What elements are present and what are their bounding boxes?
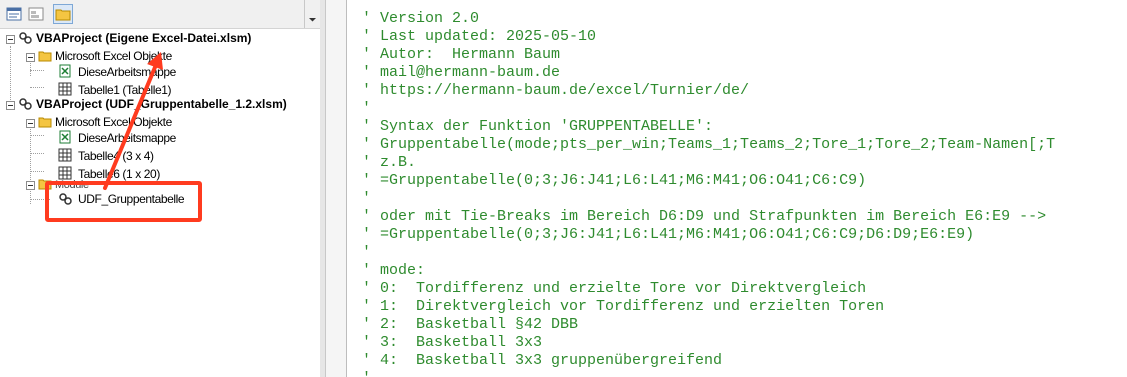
tree-item-diesearbeitsmappe-2[interactable]: DieseArbeitsmappe xyxy=(78,129,176,147)
worksheet-icon xyxy=(58,148,72,162)
code-line: ' 0: Tordifferenz und erzielte Tore vor … xyxy=(362,280,867,297)
code-line: ' Syntax der Funktion 'GRUPPENTABELLE': xyxy=(362,118,714,135)
code-gutter xyxy=(326,0,347,377)
vba-project-icon xyxy=(19,32,32,44)
code-line: ' mail@hermann-baum.de xyxy=(362,64,561,81)
code-line: ' xyxy=(362,370,1127,377)
code-line: ' 2: Basketball §42 DBB xyxy=(362,316,579,333)
view-code-icon xyxy=(6,7,22,21)
view-object-icon xyxy=(28,7,44,21)
worksheet-icon xyxy=(58,82,72,96)
collapse-toggle[interactable] xyxy=(6,101,15,110)
collapse-toggle[interactable] xyxy=(26,181,35,190)
toggle-folders-button[interactable] xyxy=(53,4,73,24)
tree-project-udf[interactable]: VBAProject (UDF_Gruppentabelle_1.2.xlsm) xyxy=(36,95,287,113)
code-editor[interactable]: ' Version 2.0 ' Last updated: 2025-05-10… xyxy=(362,10,1127,377)
code-line: ' xyxy=(362,244,372,261)
tree-item-diesearbeitsmappe[interactable]: DieseArbeitsmappe xyxy=(78,63,176,81)
view-code-button[interactable] xyxy=(4,4,24,24)
code-line: ' Gruppentabelle(mode;pts_per_win;Teams_… xyxy=(362,136,1056,153)
collapse-toggle[interactable] xyxy=(6,35,15,44)
annotation-highlight-box xyxy=(45,181,202,222)
collapse-toggle[interactable] xyxy=(26,53,35,62)
tree-scroll-button[interactable] xyxy=(304,0,320,28)
code-line: ' =Gruppentabelle(0;3;J6:J41;L6:L41;M6:M… xyxy=(362,226,975,243)
workbook-icon xyxy=(59,130,71,144)
code-window[interactable]: ' Version 2.0 ' Last updated: 2025-05-10… xyxy=(325,0,1127,377)
code-line: ' xyxy=(362,190,372,207)
toggle-folders-icon xyxy=(55,9,71,21)
code-line: ' Version 2.0 xyxy=(362,10,480,27)
code-line: ' Autor: Hermann Baum xyxy=(362,46,561,63)
vba-project-icon xyxy=(19,98,32,110)
code-line: ' oder mit Tie-Breaks im Bereich D6:D9 u… xyxy=(362,208,1047,225)
project-explorer-pane: VBAProject (Eigene Excel-Datei.xlsm) Mic… xyxy=(0,0,321,377)
scroll-arrow-icon xyxy=(309,18,316,22)
code-line: ' xyxy=(362,100,372,117)
folder-icon xyxy=(38,51,52,62)
tree-project-eigene[interactable]: VBAProject (Eigene Excel-Datei.xlsm) xyxy=(36,29,251,47)
folder-icon xyxy=(38,117,52,128)
code-line: ' Last updated: 2025-05-10 xyxy=(362,28,597,45)
tree-item-tabelle4[interactable]: Tabelle4 (3 x 4) xyxy=(78,147,154,165)
code-line: ' =Gruppentabelle(0;3;J6:J41;L6:L41;M6:M… xyxy=(362,172,867,189)
code-line: ' 4: Basketball 3x3 gruppenübergreifend xyxy=(362,352,723,369)
code-line: ' https://hermann-baum.de/excel/Turnier/… xyxy=(362,82,750,99)
code-line: ' 1: Direktvergleich vor Tordifferenz un… xyxy=(362,298,885,315)
view-object-button[interactable] xyxy=(26,4,46,24)
workbook-icon xyxy=(59,64,71,78)
code-line: ' 3: Basketball 3x3 xyxy=(362,334,543,351)
collapse-toggle[interactable] xyxy=(26,119,35,128)
code-line: ' z.B. xyxy=(362,154,417,171)
project-explorer-toolbar xyxy=(0,0,320,29)
code-line: ' mode: xyxy=(362,262,426,279)
